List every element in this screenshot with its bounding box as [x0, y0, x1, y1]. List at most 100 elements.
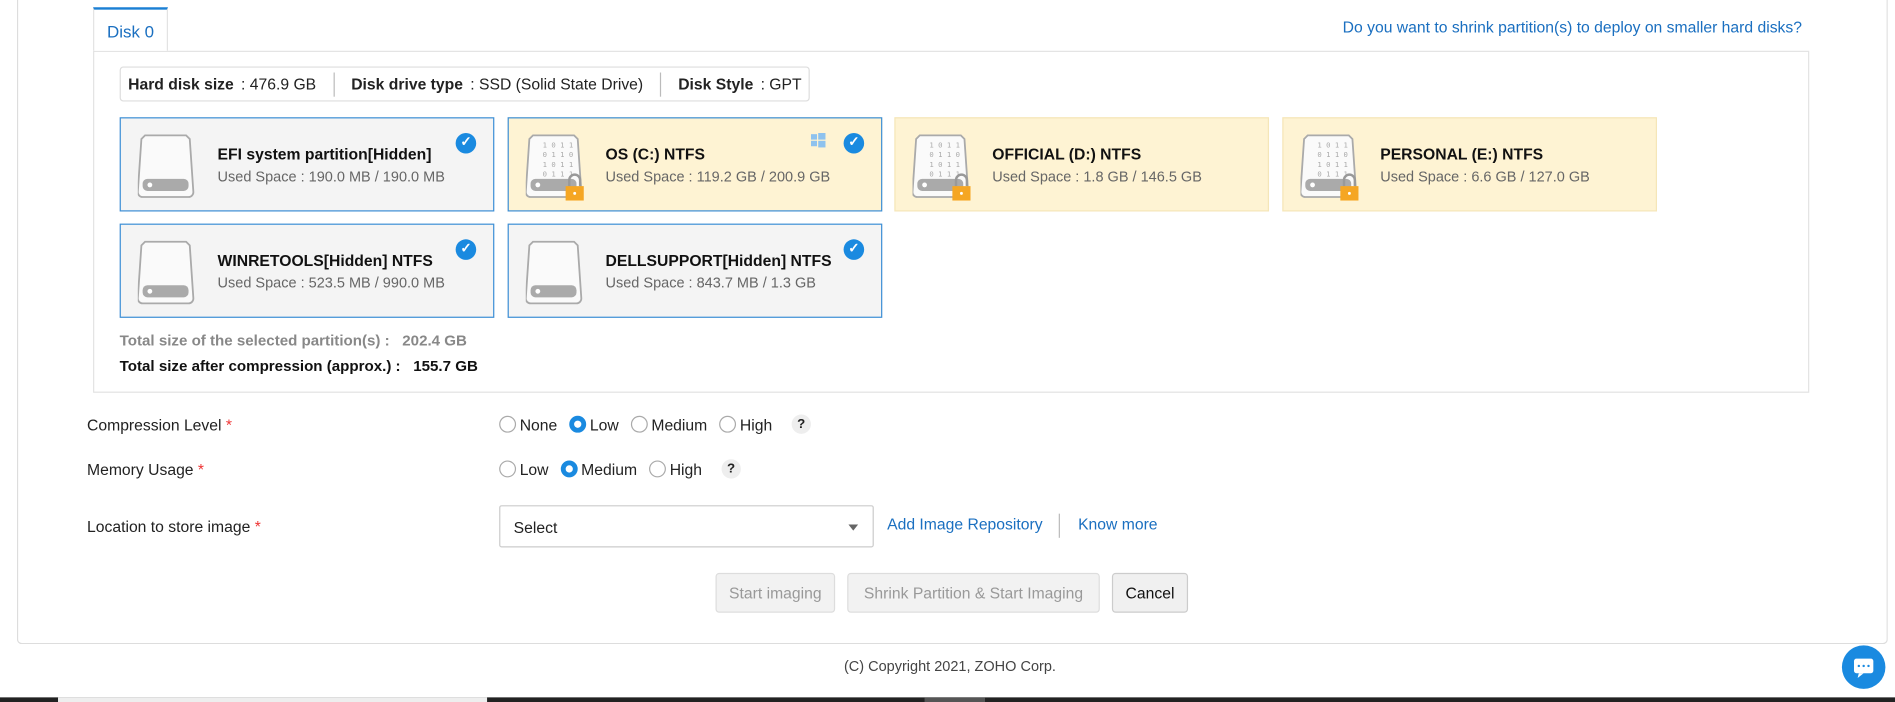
radio-circle — [499, 460, 517, 478]
svg-text:0 1 1 0: 0 1 1 0 — [543, 150, 574, 159]
drive-icon — [525, 240, 583, 305]
svg-text:1 0 1 1: 1 0 1 1 — [929, 140, 960, 149]
partition-used-space: Used Space : 119.2 GB / 200.9 GB — [605, 167, 831, 185]
disk-drive-type-value: : SSD (Solid State Drive) — [470, 74, 644, 94]
svg-text:1 0 1 1: 1 0 1 1 — [1317, 160, 1348, 169]
partition-name: OFFICIAL (D:) NTFS — [992, 145, 1142, 164]
radio-circle — [649, 460, 667, 478]
compression-radio-medium[interactable]: Medium — [630, 415, 708, 434]
check-icon: ✓ — [455, 132, 477, 154]
check-icon: ✓ — [843, 239, 865, 260]
hard-disk-size-label: Hard disk size — [128, 74, 234, 94]
location-label: Location to store image * — [87, 517, 261, 535]
drive-icon — [137, 134, 195, 198]
label-text: Memory Usage — [87, 460, 194, 479]
partition-card[interactable]: 1 0 1 10 1 1 01 0 1 10 1 1 1 OFFICIAL (D… — [894, 117, 1270, 212]
label-text: Location to store image — [87, 517, 251, 536]
total-compressed-size: Total size after compression (approx.) :… — [120, 358, 478, 375]
chat-icon — [1853, 658, 1874, 679]
locked-drive-icon: 1 0 1 10 1 1 01 0 1 10 1 1 1 — [912, 134, 971, 201]
divider — [1058, 513, 1060, 538]
label-text: Compression Level — [87, 415, 222, 434]
memory-radio-medium[interactable]: Medium — [560, 459, 638, 479]
svg-text:0 1 1 0: 0 1 1 0 — [1317, 150, 1348, 159]
chevron-down-icon — [848, 524, 859, 531]
svg-text:0 1 1 1: 0 1 1 1 — [1317, 169, 1348, 178]
radio-circle — [630, 415, 648, 433]
svg-text:1 0 1 1: 1 0 1 1 — [929, 160, 960, 169]
start-imaging-button[interactable]: Start imaging — [715, 572, 836, 613]
chat-button[interactable] — [1841, 645, 1886, 689]
partition-name: PERSONAL (E:) NTFS — [1380, 145, 1544, 164]
radio-label: None — [519, 415, 558, 434]
help-icon[interactable]: ? — [791, 414, 811, 434]
locked-drive-icon: 1 0 1 10 1 1 01 0 1 10 1 1 1 — [525, 134, 584, 201]
compression-level-label: Compression Level * — [87, 416, 232, 434]
partition-card[interactable]: ✓ DELLSUPPORT[Hidden] NTFS Used Space : … — [507, 223, 883, 318]
partition-used-space: Used Space : 6.6 GB / 127.0 GB — [1380, 167, 1590, 185]
required-mark: * — [197, 460, 205, 479]
help-icon[interactable]: ? — [721, 459, 741, 479]
radio-circle — [719, 415, 737, 433]
locked-drive-icon: 1 0 1 10 1 1 01 0 1 10 1 1 1 — [1300, 134, 1359, 201]
windows-icon — [810, 132, 826, 148]
total-compressed-value: 155.7 GB — [413, 357, 478, 375]
know-more-link[interactable]: Know more — [1078, 515, 1157, 533]
radio-label: High — [739, 415, 773, 434]
radio-label: Medium — [651, 415, 708, 434]
partition-card[interactable]: 1 0 1 10 1 1 01 0 1 10 1 1 1 ✓ OS (C:) N… — [507, 117, 883, 212]
radio-label: Medium — [581, 459, 638, 479]
taskbar — [0, 697, 1895, 702]
memory-radio-high[interactable]: High — [649, 460, 702, 478]
shrink-partition-start-imaging-button[interactable]: Shrink Partition & Start Imaging — [847, 572, 1100, 613]
disk-style-value: : GPT — [760, 74, 802, 94]
partition-name: OS (C:) NTFS — [605, 145, 706, 164]
partition-name: EFI system partition[Hidden] — [217, 145, 432, 164]
disk-drive-type-label: Disk drive type — [351, 74, 464, 94]
radio-label: Low — [589, 415, 619, 434]
compression-radio-high[interactable]: High — [719, 415, 772, 433]
radio-label: Low — [519, 459, 549, 479]
svg-text:0 1 1 1: 0 1 1 1 — [929, 169, 960, 178]
location-select[interactable]: Select — [499, 505, 874, 548]
required-mark: * — [254, 517, 261, 536]
svg-text:1 0 1 1: 1 0 1 1 — [1317, 140, 1348, 149]
memory-usage-label: Memory Usage * — [87, 460, 204, 478]
partition-used-space: Used Space : 190.0 MB / 190.0 MB — [217, 167, 445, 185]
partition-used-space: Used Space : 843.7 MB / 1.3 GB — [605, 274, 816, 292]
divider — [660, 71, 662, 97]
svg-text:1 0 1 1: 1 0 1 1 — [543, 140, 574, 149]
partition-name: DELLSUPPORT[Hidden] NTFS — [605, 251, 832, 270]
compression-level-radios: None Low Medium High? — [499, 414, 811, 434]
svg-text:0 1 1 0: 0 1 1 0 — [929, 150, 960, 159]
total-selected-label: Total size of the selected partition(s) … — [119, 332, 390, 350]
disk-style-label: Disk Style — [678, 74, 754, 94]
divider — [333, 71, 335, 97]
select-value: Select — [513, 518, 558, 537]
partition-card[interactable]: ✓ WINRETOOLS[Hidden] NTFS Used Space : 5… — [119, 223, 495, 318]
compression-radio-low[interactable]: Low — [569, 415, 619, 434]
partition-card[interactable]: ✓ EFI system partition[Hidden] Used Spac… — [119, 117, 495, 212]
tab-disk-0[interactable]: Disk 0 — [93, 7, 168, 51]
memory-usage-radios: Low Medium High? — [499, 459, 741, 479]
total-compressed-label: Total size after compression (approx.) : — [119, 357, 401, 375]
memory-radio-low[interactable]: Low — [499, 459, 549, 479]
svg-text:1 0 1 1: 1 0 1 1 — [543, 160, 574, 169]
required-mark: * — [225, 415, 233, 434]
total-selected-value: 202.4 GB — [402, 332, 467, 350]
radio-circle — [569, 415, 587, 433]
total-selected-size: Total size of the selected partition(s) … — [120, 332, 467, 349]
svg-text:0 1 1 1: 0 1 1 1 — [543, 169, 574, 178]
check-icon: ✓ — [843, 132, 865, 154]
hard-disk-size-value: : 476.9 GB — [241, 74, 317, 94]
drive-icon — [137, 240, 195, 305]
radio-label: High — [669, 459, 703, 479]
partition-used-space: Used Space : 523.5 MB / 990.0 MB — [217, 274, 445, 292]
check-icon: ✓ — [455, 239, 477, 260]
shrink-partitions-link[interactable]: Do you want to shrink partition(s) to de… — [1343, 18, 1802, 36]
cancel-button[interactable]: Cancel — [1111, 572, 1189, 613]
compression-radio-none[interactable]: None — [499, 415, 557, 433]
disk-info-bar: Hard disk size : 476.9 GB Disk drive typ… — [119, 66, 811, 102]
partition-card[interactable]: 1 0 1 10 1 1 01 0 1 10 1 1 1 PERSONAL (E… — [1282, 117, 1657, 212]
add-image-repository-link[interactable]: Add Image Repository — [887, 515, 1042, 533]
